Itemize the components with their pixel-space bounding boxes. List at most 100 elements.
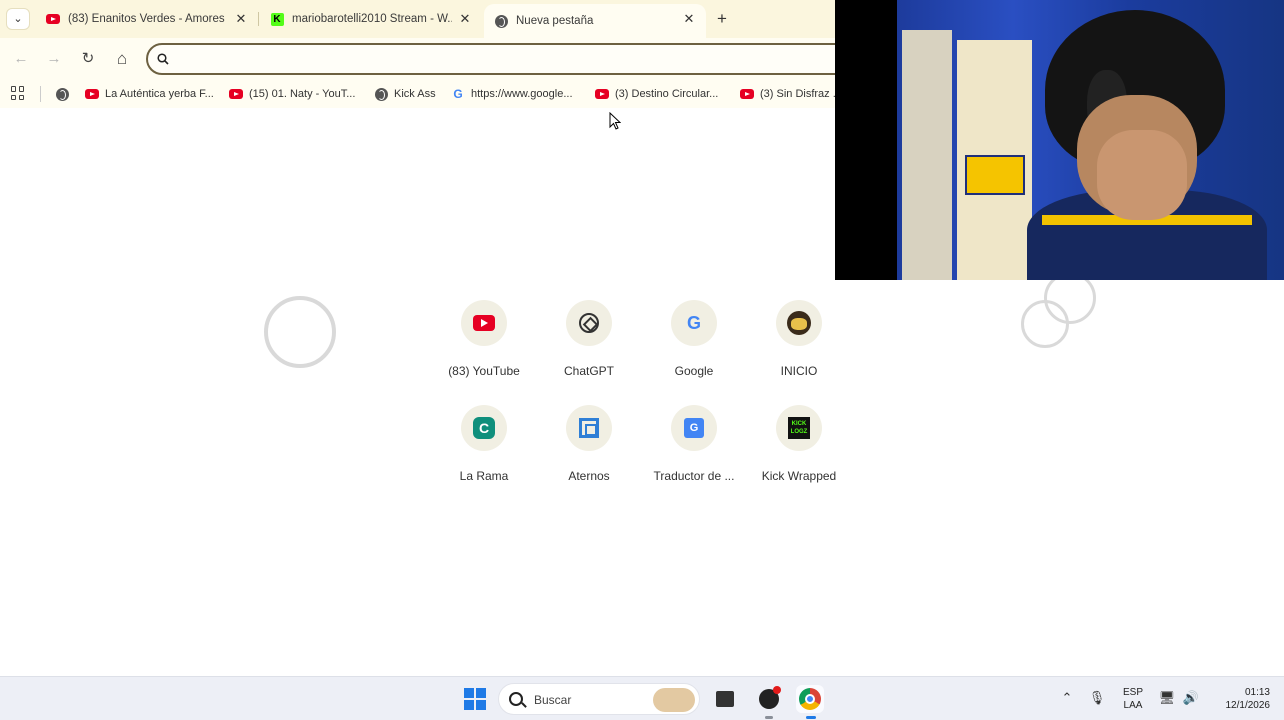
taskbar-obs[interactable] [755,685,783,713]
bookmarks-bar: La Auténtica yerba F... (15) 01. Naty - … [0,80,842,108]
browser-toolbar: ← → ↻ ⌂ [0,38,846,80]
tab-enanitos-verdes[interactable]: (83) Enanitos Verdes - Amores ... ✕ [36,4,258,34]
language-code: ESP [1122,687,1143,698]
shortcut-google[interactable]: G Google [644,300,744,395]
network-icon[interactable]: 🖥 [1158,690,1176,706]
shortcut-icon-tile: C [461,405,507,451]
shortcut-youtube[interactable]: (83) YouTube [434,300,534,395]
shortcut-label: (83) YouTube [448,364,520,378]
tab-title: mariobarotelli2010 Stream - W... [292,13,452,25]
shortcut-kick-wrapped[interactable]: KICK LOGZ Kick Wrapped [749,405,849,500]
bookmark-google[interactable]: G https://www.google... [451,85,573,103]
keyboard-layout: LAA [1123,700,1143,711]
shortcut-aternos[interactable]: Aternos [539,405,639,500]
shortcut-icon-tile [566,300,612,346]
youtube-icon [46,12,60,26]
shortcut-label: Kick Wrapped [761,469,837,483]
microphone-icon[interactable]: 🎙 [1088,690,1106,706]
shortcut-icon-tile [776,300,822,346]
taskbar-search-placeholder: Buscar [534,693,572,707]
search-icon [157,53,169,65]
shortcut-label: INICIO [780,364,818,378]
shortcut-label: Google [674,364,714,378]
aternos-icon [579,418,599,438]
tab-search-menu-button[interactable]: ⌄ [6,8,30,30]
shortcut-label: ChatGPT [563,364,614,378]
bookmark-globe[interactable] [55,85,75,103]
tab-separator [258,12,259,26]
shortcut-label: La Rama [459,469,509,483]
reload-button[interactable]: ↻ [77,48,99,70]
youtube-icon [473,315,495,331]
shortcut-traductor[interactable]: G Traductor de ... [644,405,744,500]
bookmark-naty[interactable]: (15) 01. Naty - YouT... [229,85,355,103]
screen: ⌄ (83) Enanitos Verdes - Amores ... ✕ K … [0,0,1284,720]
shortcut-la-rama[interactable]: C La Rama [434,405,534,500]
google-icon: G [686,312,701,333]
bookmark-label: (15) 01. Naty - YouT... [249,88,356,100]
tab-close-button[interactable]: ✕ [458,11,472,27]
clock-time: 01:13 [1244,687,1270,698]
tab-title: Nueva pestaña [516,15,594,27]
windows-start-icon[interactable] [464,688,486,710]
taskbar-chrome[interactable] [796,685,824,713]
bookmark-destino-circular[interactable]: (3) Destino Circular... [595,85,718,103]
globe-icon [374,87,388,101]
youtube-icon [85,87,99,101]
shortcut-icon-tile [566,405,612,451]
volume-icon[interactable]: 🔊 [1182,690,1200,706]
youtube-icon [740,87,754,101]
youtube-icon [595,87,609,101]
tab-close-button[interactable]: ✕ [682,11,696,27]
bookmark-label: (3) Sin Disfraz ... [760,88,842,100]
active-indicator [806,716,816,719]
shortcut-chatgpt[interactable]: ChatGPT [539,300,639,395]
shortcut-inicio[interactable]: INICIO [749,300,849,395]
globe-icon [494,14,508,28]
bookmark-label: (3) Destino Circular... [615,88,719,100]
windows-taskbar: Buscar ⌃ 🎙 ESP LAA 🖥 🔊 01:13 12/1/2026 [0,676,1284,720]
home-button[interactable]: ⌂ [111,48,133,70]
taskbar-search-box[interactable]: Buscar [498,683,700,715]
webcam-overlay [835,0,1284,280]
shortcut-icon-tile [461,300,507,346]
search-highlight-image [653,688,695,712]
bookmark-la-autentica-yerba[interactable]: La Auténtica yerba F... [85,85,214,103]
translate-icon: G [684,418,704,438]
loading-spinner [264,296,336,368]
language-indicator[interactable]: ESP LAA [1120,686,1146,720]
shortcut-icon-tile: KICK LOGZ [776,405,822,451]
shortcut-icon-tile: G [671,300,717,346]
bookmarks-divider [40,86,41,102]
shortcut-label: Aternos [568,469,610,483]
taskbar-file-explorer[interactable] [711,685,739,713]
file-explorer-icon [716,691,734,707]
inicio-icon [787,311,811,335]
webcam-feed [897,0,1284,280]
apps-grid-icon[interactable] [11,86,25,100]
address-bar[interactable] [146,43,846,75]
search-icon [509,692,523,706]
tab-kick-stream[interactable]: K mariobarotelli2010 Stream - W... ✕ [260,4,482,34]
bookmark-sin-disfraz[interactable]: (3) Sin Disfraz ... [740,85,842,103]
shortcut-icon-tile: G [671,405,717,451]
tab-close-button[interactable]: ✕ [234,11,248,27]
tab-nueva-pestana[interactable]: Nueva pestaña ✕ [484,4,706,38]
chrome-icon [799,688,821,710]
bookmark-label: Kick Ass [394,88,436,100]
la-rama-icon: C [473,417,495,439]
chatgpt-icon [579,313,599,333]
loading-spinner [1021,300,1069,348]
globe-icon [55,87,69,101]
bookmark-kick-ass[interactable]: Kick Ass [374,85,436,103]
forward-button[interactable]: → [43,48,65,70]
google-icon: G [453,87,463,101]
new-tab-button[interactable]: + [712,9,732,29]
obs-icon [759,686,781,709]
clock[interactable]: 01:13 12/1/2026 [1208,686,1271,720]
bookmark-label: https://www.google... [471,88,573,100]
back-button[interactable]: ← [10,48,32,70]
clock-date: 12/1/2026 [1225,700,1271,711]
chevron-up-icon[interactable]: ⌃ [1058,690,1076,706]
tab-strip: ⌄ (83) Enanitos Verdes - Amores ... ✕ K … [0,0,835,38]
